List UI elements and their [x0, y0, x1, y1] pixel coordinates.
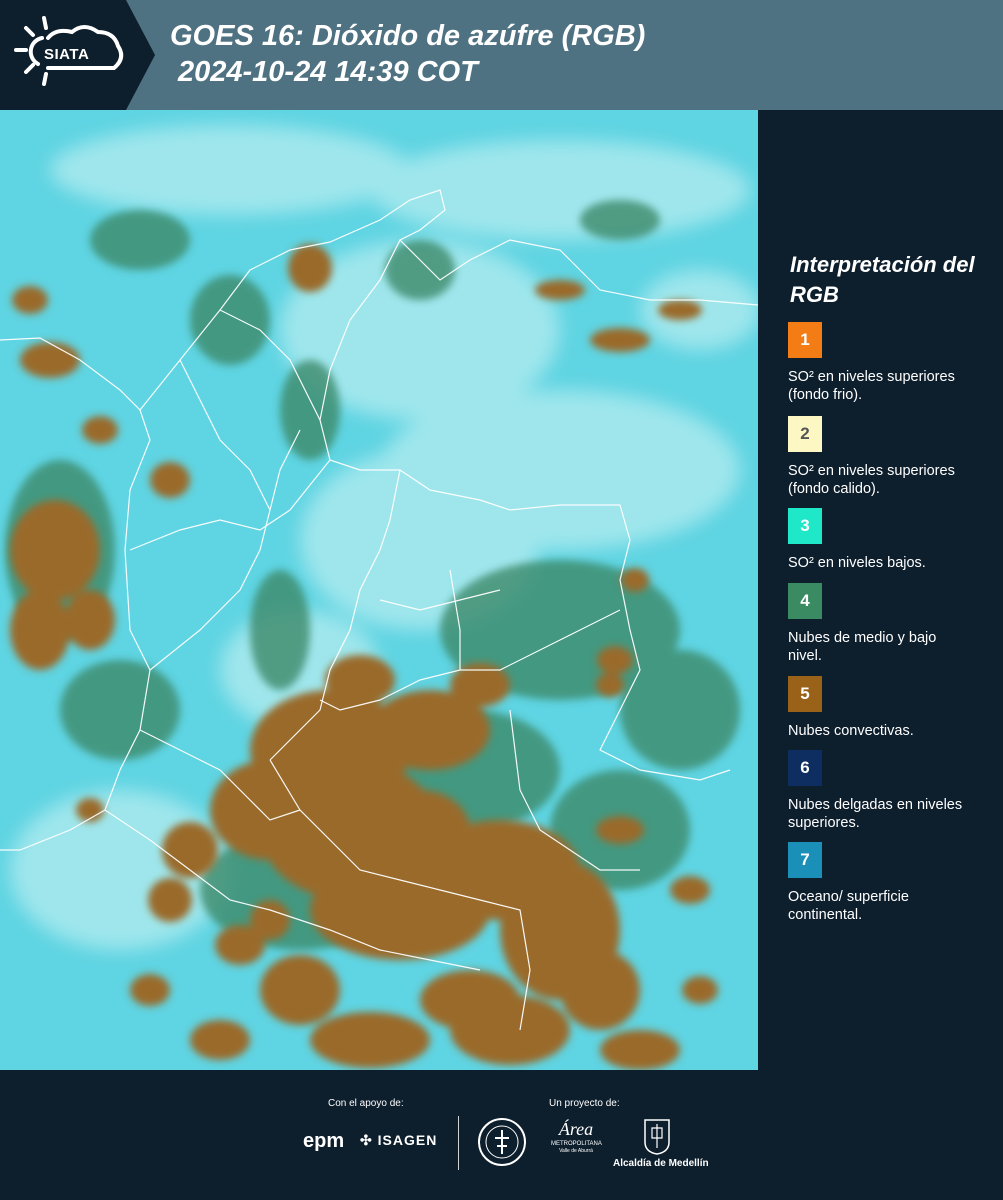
area-name: Área	[558, 1119, 594, 1139]
legend-swatch-3: 3	[788, 508, 822, 544]
area-subtitle-2: Valle de Aburrá	[559, 1148, 593, 1154]
legend-title: Interpretación del RGB	[790, 252, 975, 307]
support-label: Con el apoyo de:	[328, 1098, 404, 1109]
area-subtitle: METROPOLITANA	[551, 1141, 602, 1147]
siata-logo[interactable]: SIATA	[0, 0, 155, 110]
legend-swatch-5: 5	[788, 676, 822, 712]
legend-swatch-4: 4	[788, 583, 822, 619]
legend-swatch-6: 6	[788, 750, 822, 786]
legend-item-7: 7 Oceano/ superficie continental.	[788, 842, 988, 924]
footer-divider	[458, 1116, 459, 1170]
legend-label-5: Nubes convectivas.	[788, 723, 914, 739]
legend-label-2: SO² en niveles superiores (fondo calido)…	[788, 463, 955, 497]
area-metropolitana-logo[interactable]: Área METROPOLITANA Valle de Aburrá	[551, 1118, 602, 1155]
title-line-1: GOES 16: Dióxido de azúfre (RGB)	[170, 20, 646, 52]
alcaldia-shield-icon	[644, 1119, 670, 1155]
title-line-2: 2024-10-24 14:39 COT	[178, 56, 478, 88]
legend-item-1: 1 SO² en niveles superiores (fondo frio)…	[788, 322, 988, 404]
epm-logo[interactable]: epm	[303, 1130, 344, 1153]
legend-item-6: 6 Nubes delgadas en niveles superiores.	[788, 750, 988, 832]
legend-swatch-2: 2	[788, 416, 822, 452]
footer: Con el apoyo de: Un proyecto de: epm ✣ I…	[0, 1070, 1003, 1200]
legend-item-5: 5 Nubes convectivas.	[788, 676, 988, 740]
header: SIATA GOES 16: Dióxido de azúfre (RGB) 2…	[0, 0, 1003, 110]
isagen-logo[interactable]: ✣ ISAGEN	[360, 1132, 437, 1149]
legend-label-6: Nubes delgadas en niveles superiores.	[788, 797, 963, 831]
legend-label-3: SO² en niveles bajos.	[788, 555, 926, 571]
logo-text: SIATA	[44, 46, 90, 63]
medellin-seal-icon[interactable]	[477, 1116, 527, 1168]
satellite-map[interactable]	[0, 110, 758, 1070]
legend-item-4: 4 Nubes de medio y bajo nivel.	[788, 583, 988, 665]
legend-item-3: 3 SO² en niveles bajos.	[788, 508, 988, 572]
legend-label-1: SO² en niveles superiores (fondo frio).	[788, 369, 955, 403]
isagen-icon: ✣	[360, 1132, 378, 1148]
legend-swatch-7: 7	[788, 842, 822, 878]
legend-item-2: 2 SO² en niveles superiores (fondo calid…	[788, 416, 988, 500]
isagen-text: ISAGEN	[377, 1132, 438, 1148]
legend-label-7: Oceano/ superficie continental.	[788, 889, 909, 923]
project-label: Un proyecto de:	[549, 1098, 620, 1109]
page-title: GOES 16: Dióxido de azúfre (RGB) 2024-10…	[170, 18, 645, 90]
legend-label-4: Nubes de medio y bajo nivel.	[788, 630, 937, 664]
alcaldia-label[interactable]: Alcaldía de Medellín	[613, 1158, 709, 1169]
satellite-image	[0, 110, 758, 1070]
legend-swatch-1: 1	[788, 322, 822, 358]
legend-panel: Interpretación del RGB 1 SO² en niveles …	[760, 110, 1003, 1070]
